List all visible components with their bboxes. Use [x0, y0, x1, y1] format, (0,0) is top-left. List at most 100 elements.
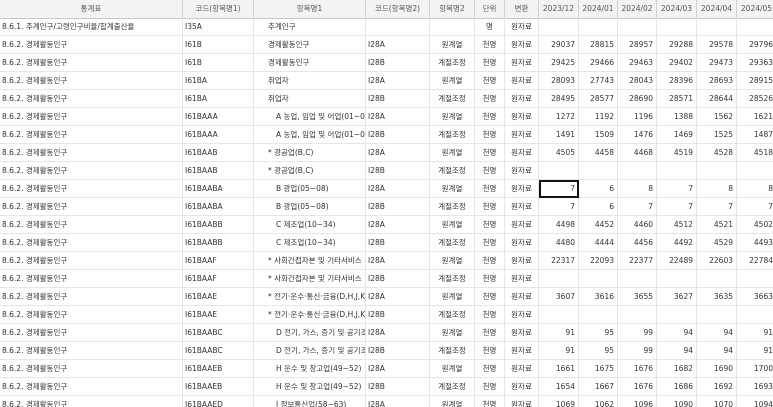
cell-unit[interactable]: 천명	[475, 126, 505, 144]
cell-code2[interactable]: I28A	[366, 252, 430, 270]
cell-value[interactable]: 29425	[539, 54, 579, 72]
table-row[interactable]: 8.6.2. 경제활동인구 I61BAAA A 농업, 임업 및 어업(01~03)…	[0, 108, 773, 126]
cell-code1[interactable]: I61BAAB	[183, 162, 254, 180]
cell-note[interactable]: 원자료	[505, 72, 539, 90]
cell-name1[interactable]: D 전기, 가스, 증기 및 공기조절	[254, 342, 366, 360]
cell-name2[interactable]: 계절조정	[430, 126, 475, 144]
cell-unit[interactable]: 천명	[475, 342, 505, 360]
cell-name2[interactable]: 원계열	[430, 180, 475, 198]
cell-value[interactable]: 29363	[737, 54, 773, 72]
header-2023-12[interactable]: 2023/12	[539, 0, 579, 18]
cell-value[interactable]: 4502	[737, 216, 773, 234]
cell-unit[interactable]: 천명	[475, 36, 505, 54]
cell-value[interactable]: 7	[697, 198, 737, 216]
table-row[interactable]: 8.6.1. 추계인구/고령인구비율/합계출산율 I35A 추계인구 명 원자료	[0, 18, 773, 36]
cell-code1[interactable]: I61BAABB	[183, 216, 254, 234]
cell-value[interactable]: 28915	[737, 72, 773, 90]
cell-value[interactable]: 27743	[579, 72, 618, 90]
cell-code2[interactable]: I28A	[366, 180, 430, 198]
cell-code2[interactable]: I28A	[366, 144, 430, 162]
cell-name2[interactable]: 원계열	[430, 144, 475, 162]
cell-name2[interactable]: 계절조정	[430, 162, 475, 180]
cell-value[interactable]: 1491	[539, 126, 579, 144]
table-row[interactable]: 8.6.2. 경제활동인구 I61BAABB C 제조업(10~34) I28B 계절조…	[0, 234, 773, 252]
cell-value[interactable]: 4505	[539, 144, 579, 162]
cell-value[interactable]: 1654	[539, 378, 579, 396]
cell-name1[interactable]: * 사회간접자본 및 기타서비스	[254, 270, 366, 288]
cell-value[interactable]: 22093	[579, 252, 618, 270]
cell-value[interactable]: 6	[579, 180, 618, 198]
cell-stat[interactable]: 8.6.2. 경제활동인구	[0, 54, 183, 72]
cell-value[interactable]: 7	[618, 198, 657, 216]
cell-value[interactable]	[697, 18, 737, 36]
cell-value[interactable]	[579, 270, 618, 288]
cell-value[interactable]: 1700	[737, 360, 773, 378]
cell-code2[interactable]: I28A	[366, 288, 430, 306]
cell-name1[interactable]: * 광공업(B,C)	[254, 162, 366, 180]
cell-stat[interactable]: 8.6.2. 경제활동인구	[0, 90, 183, 108]
cell-unit[interactable]: 천명	[475, 396, 505, 407]
cell-stat[interactable]: 8.6.2. 경제활동인구	[0, 36, 183, 54]
cell-code2[interactable]: I28A	[366, 396, 430, 407]
cell-name1[interactable]: * 전기·운수·통신·금융(D,H,J,K)	[254, 306, 366, 324]
cell-value[interactable]: 3663	[737, 288, 773, 306]
cell-value[interactable]: 8	[697, 180, 737, 198]
cell-value[interactable]: 7	[737, 198, 773, 216]
cell-value[interactable]	[737, 306, 773, 324]
header-unit[interactable]: 단위	[475, 0, 505, 18]
cell-value[interactable]: 4519	[657, 144, 697, 162]
cell-value[interactable]: 1070	[697, 396, 737, 407]
cell-name2[interactable]: 계절조정	[430, 270, 475, 288]
cell-name1[interactable]: * 광공업(B,C)	[254, 144, 366, 162]
cell-unit[interactable]: 천명	[475, 180, 505, 198]
cell-note[interactable]: 원자료	[505, 342, 539, 360]
header-2024-01[interactable]: 2024/01	[579, 0, 618, 18]
cell-code1[interactable]: I61BAAED	[183, 396, 254, 407]
cell-value[interactable]: 22784	[737, 252, 773, 270]
cell-name1[interactable]: H 운수 및 창고업(49~52)	[254, 378, 366, 396]
header-code2[interactable]: 코드(항목명2)	[366, 0, 430, 18]
cell-name1[interactable]: A 농업, 임업 및 어업(01~03)	[254, 108, 366, 126]
cell-note[interactable]: 원자료	[505, 216, 539, 234]
cell-value[interactable]: 8	[618, 180, 657, 198]
cell-name2[interactable]	[430, 18, 475, 36]
cell-unit[interactable]: 천명	[475, 54, 505, 72]
cell-value[interactable]: 29288	[657, 36, 697, 54]
cell-value[interactable]: 1621	[737, 108, 773, 126]
cell-name1[interactable]: B 광업(05~08)	[254, 180, 366, 198]
cell-value[interactable]	[618, 162, 657, 180]
cell-stat[interactable]: 8.6.1. 추계인구/고령인구비율/합계출산율	[0, 18, 183, 36]
cell-value[interactable]: 94	[697, 324, 737, 342]
cell-code2[interactable]: I28B	[366, 126, 430, 144]
cell-code1[interactable]: I61BAAF	[183, 270, 254, 288]
cell-code2[interactable]: I28B	[366, 306, 430, 324]
table-row[interactable]: 8.6.2. 경제활동인구 I61B 경제활동인구 I28A 원계열 천명 원자료 29037…	[0, 36, 773, 54]
cell-unit[interactable]: 천명	[475, 252, 505, 270]
cell-name2[interactable]: 계절조정	[430, 378, 475, 396]
cell-value[interactable]: 1192	[579, 108, 618, 126]
cell-value[interactable]	[697, 306, 737, 324]
cell-stat[interactable]: 8.6.2. 경제활동인구	[0, 342, 183, 360]
table-row[interactable]: 8.6.2. 경제활동인구 I61BAAB * 광공업(B,C) I28A 원계열 천명 원…	[0, 144, 773, 162]
cell-code1[interactable]: I61BAAA	[183, 108, 254, 126]
cell-note[interactable]: 원자료	[505, 126, 539, 144]
cell-note[interactable]: 원자료	[505, 108, 539, 126]
table-row[interactable]: 8.6.2. 경제활동인구 I61BAAEB H 운수 및 창고업(49~52) I2…	[0, 360, 773, 378]
cell-value[interactable]: 1096	[618, 396, 657, 407]
cell-code1[interactable]: I61BAABA	[183, 198, 254, 216]
cell-stat[interactable]: 8.6.2. 경제활동인구	[0, 306, 183, 324]
cell-value[interactable]: 1509	[579, 126, 618, 144]
cell-note[interactable]: 원자료	[505, 252, 539, 270]
cell-name1[interactable]: * 전기·운수·통신·금융(D,H,J,K)	[254, 288, 366, 306]
cell-value[interactable]	[737, 270, 773, 288]
table-row[interactable]: 8.6.2. 경제활동인구 I61BAAED J 정보통신업(58~63) I28A 원…	[0, 396, 773, 407]
header-2024-03[interactable]: 2024/03	[657, 0, 697, 18]
cell-code1[interactable]: I61BAAE	[183, 306, 254, 324]
cell-value[interactable]	[539, 270, 579, 288]
cell-name2[interactable]: 계절조정	[430, 198, 475, 216]
cell-code1[interactable]: I61BAABA	[183, 180, 254, 198]
cell-value[interactable]: 3635	[697, 288, 737, 306]
cell-value[interactable]	[618, 306, 657, 324]
cell-name2[interactable]: 원계열	[430, 252, 475, 270]
cell-code1[interactable]: I61BAAEB	[183, 360, 254, 378]
